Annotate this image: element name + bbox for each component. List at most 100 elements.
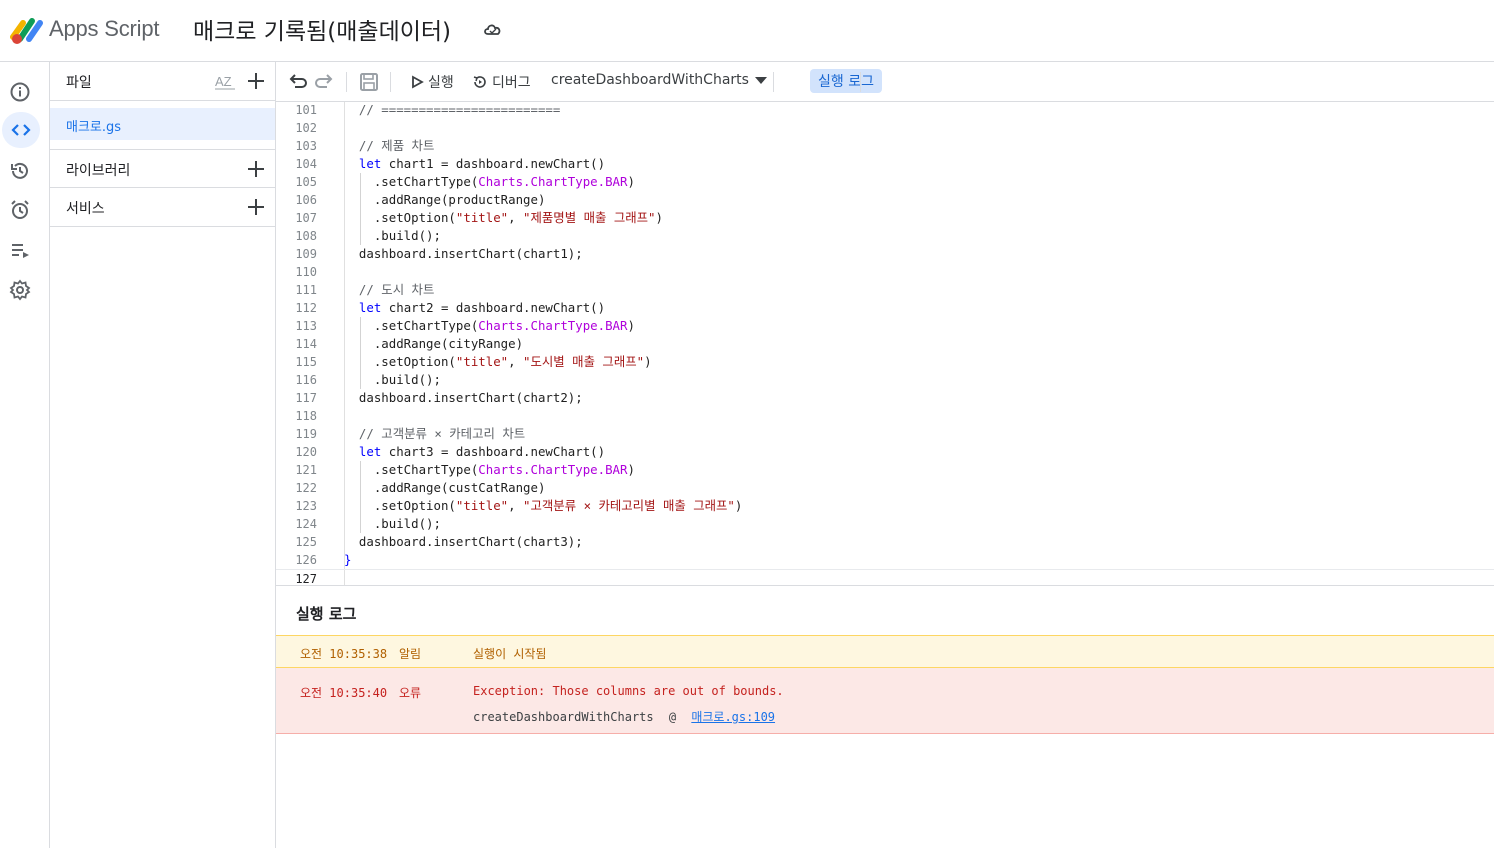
redo-icon[interactable] — [314, 71, 336, 93]
code-line[interactable]: 104 let chart1 = dashboard.newChart() — [276, 155, 1494, 173]
code-line[interactable]: 114 .addRange(cityRange) — [276, 335, 1494, 353]
editor-icon[interactable] — [2, 112, 40, 148]
undo-icon[interactable] — [286, 71, 308, 93]
code-line[interactable]: 105 .setChartType(Charts.ChartType.BAR) — [276, 173, 1494, 191]
sort-az-icon[interactable]: AZ — [213, 70, 237, 92]
code-line[interactable]: 118 — [276, 407, 1494, 425]
line-number: 102 — [295, 121, 317, 135]
line-number: 117 — [295, 391, 317, 405]
code-text: .addRange(productRange) — [344, 192, 546, 207]
dropdown-arrow-icon — [754, 77, 767, 84]
add-file-icon[interactable] — [245, 70, 267, 92]
code-text: .setChartType(Charts.ChartType.BAR) — [344, 174, 635, 189]
app-name[interactable]: Apps Script — [49, 16, 159, 42]
code-line[interactable]: 109 dashboard.insertChart(chart1); — [276, 245, 1494, 263]
log-title: 실행 로그 — [296, 605, 357, 623]
code-line[interactable]: 124 .build(); — [276, 515, 1494, 533]
code-text: dashboard.insertChart(chart2); — [344, 390, 583, 405]
settings-icon[interactable] — [4, 274, 36, 306]
code-text: let chart3 = dashboard.newChart() — [358, 444, 606, 459]
code-line[interactable]: 121 .setChartType(Charts.ChartType.BAR) — [276, 461, 1494, 479]
indent-guide — [360, 173, 361, 245]
code-text: .addRange(cityRange) — [344, 336, 524, 351]
code-text: .setChartType(Charts.ChartType.BAR) — [344, 318, 635, 333]
code-text: } — [344, 552, 352, 567]
toolbar-divider — [860, 72, 861, 92]
code-line[interactable]: 112 let chart2 = dashboard.newChart() — [276, 299, 1494, 317]
save-icon[interactable] — [358, 71, 380, 93]
function-select-value: createDashboardWithCharts — [551, 72, 749, 88]
libraries-label: 라이브러리 — [66, 163, 131, 179]
overview-icon[interactable] — [4, 76, 36, 108]
code-line[interactable]: 108 .build(); — [276, 227, 1494, 245]
apps-script-logo[interactable] — [10, 15, 44, 45]
code-line[interactable]: 126} — [276, 551, 1494, 569]
line-number: 112 — [295, 301, 317, 315]
debug-icon — [473, 76, 486, 88]
code-line[interactable]: 117 dashboard.insertChart(chart2); — [276, 389, 1494, 407]
trace-link[interactable]: 매크로.gs:109 — [691, 710, 775, 724]
code-line[interactable]: 102 — [276, 119, 1494, 137]
code-text: // 고객분류 × 카테고리 차트 — [344, 426, 526, 441]
code-line[interactable]: 127 — [276, 569, 1494, 585]
file-item-macro-gs[interactable]: 매크로.gs — [50, 108, 275, 140]
log-message: Exception: Those columns are out of boun… — [473, 684, 784, 698]
line-number: 107 — [295, 211, 317, 225]
run-button[interactable]: 실행 — [410, 71, 454, 93]
code-text: .setOption("title", "제품명별 매출 그래프") — [344, 210, 663, 225]
code-text: .setOption("title", "고객분류 × 카테고리별 매출 그래프… — [344, 498, 743, 513]
function-select[interactable]: createDashboardWithCharts — [551, 72, 768, 88]
code-text: .setChartType(Charts.ChartType.BAR) — [344, 462, 635, 477]
code-line[interactable]: 111 // 도시 차트 — [276, 281, 1494, 299]
debug-label: 디버그 — [492, 75, 531, 91]
executions-icon[interactable] — [4, 234, 36, 266]
toolbar-divider — [773, 72, 774, 92]
code-line[interactable]: 101 // ======================== — [276, 102, 1494, 119]
execution-log-button[interactable]: 실행 로그 — [810, 69, 882, 93]
triggers-icon[interactable] — [4, 194, 36, 226]
file-item-label: 매크로.gs — [66, 120, 122, 135]
code-line[interactable]: 125 dashboard.insertChart(chart3); — [276, 533, 1494, 551]
code-text: // 제품 차트 — [344, 138, 435, 153]
code-text: let chart2 = dashboard.newChart() — [358, 300, 606, 315]
code-line[interactable]: 113 .setChartType(Charts.ChartType.BAR) — [276, 317, 1494, 335]
code-editor[interactable]: 101 // ======================== 102 103 //… — [276, 102, 1494, 586]
code-text: dashboard.insertChart(chart1); — [344, 246, 583, 261]
code-text: // ======================== — [344, 102, 561, 117]
log-entry-error: 오전 10:35:40 오류 Exception: Those columns … — [276, 668, 1494, 734]
execution-log-panel: 실행 로그 오전 10:35:38 알림 실행이 시작됨 오전 10:35:40… — [276, 587, 1494, 848]
code-line[interactable]: 103 // 제품 차트 — [276, 137, 1494, 155]
log-level: 오류 — [399, 686, 422, 700]
code-text: // 도시 차트 — [344, 282, 435, 297]
line-number: 114 — [295, 337, 317, 351]
line-number: 103 — [295, 139, 317, 153]
add-service-icon[interactable] — [245, 196, 267, 218]
code-line[interactable]: 120 let chart3 = dashboard.newChart() — [276, 443, 1494, 461]
history-icon[interactable] — [4, 155, 36, 187]
svg-text:AZ: AZ — [215, 74, 232, 89]
execution-log-label: 실행 로그 — [818, 74, 874, 90]
code-line[interactable]: 106 .addRange(productRange) — [276, 191, 1494, 209]
code-line[interactable]: 122 .addRange(custCatRange) — [276, 479, 1494, 497]
log-stack-trace: createDashboardWithCharts @ 매크로.gs:109 — [473, 708, 775, 725]
line-number: 109 — [295, 247, 317, 261]
debug-button[interactable]: 디버그 — [472, 71, 531, 93]
log-entry-notice: 오전 10:35:38 알림 실행이 시작됨 — [276, 635, 1494, 668]
line-number: 104 — [295, 157, 317, 171]
code-line[interactable]: 115 .setOption("title", "도시별 매출 그래프") — [276, 353, 1494, 371]
line-number: 110 — [295, 265, 317, 279]
code-line[interactable]: 107 .setOption("title", "제품명별 매출 그래프") — [276, 209, 1494, 227]
editor-toolbar: 실행 디버그 createDashboardWithCharts 실행 로그 — [276, 62, 1494, 102]
line-number: 105 — [295, 175, 317, 189]
project-title[interactable]: 매크로 기록됨(매출데이터) — [193, 12, 451, 46]
code-line[interactable]: 116 .build(); — [276, 371, 1494, 389]
code-line[interactable]: 119 // 고객분류 × 카테고리 차트 — [276, 425, 1494, 443]
code-line[interactable]: 110 — [276, 263, 1494, 281]
line-number: 123 — [295, 499, 317, 513]
line-number: 121 — [295, 463, 317, 477]
files-section-header: 파일 AZ — [50, 62, 275, 101]
code-line[interactable]: 123 .setOption("title", "고객분류 × 카테고리별 매출… — [276, 497, 1494, 515]
log-time: 오전 10:35:38 — [300, 647, 388, 661]
add-library-icon[interactable] — [245, 158, 267, 180]
code-text: .setOption("title", "도시별 매출 그래프") — [344, 354, 652, 369]
